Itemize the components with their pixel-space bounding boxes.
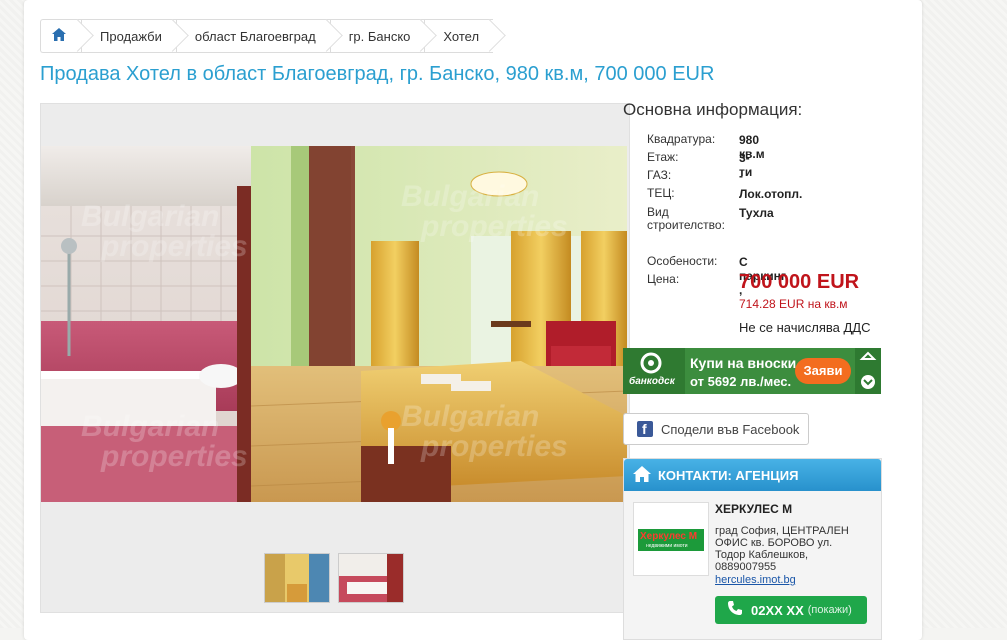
vat-note: Не се начислява ДДС <box>739 320 871 335</box>
agency-logo-text: Херкулес М <box>640 531 698 542</box>
facebook-icon: f <box>637 421 653 437</box>
agency-logo-sub: недвижими имоти <box>646 543 688 549</box>
main-photo[interactable]: Bulgarian properties Bulgarian propertie… <box>41 146 627 502</box>
contact-header: КОНТАКТИ: АГЕНЦИЯ <box>624 459 881 491</box>
call-number: 02XX XX <box>751 602 804 618</box>
agency-address: град София, ЦЕНТРАЛЕН ОФИС кв. БОРОВО ул… <box>715 525 849 561</box>
banner-apply-button[interactable]: Заяви <box>795 358 851 384</box>
svg-text:properties: properties <box>100 230 248 263</box>
price-per-sqm: 714.28 EUR на кв.м <box>739 297 848 311</box>
svg-text:Bulgarian: Bulgarian <box>401 400 539 433</box>
call-show-link[interactable]: (покажи) <box>808 604 852 616</box>
basic-info: Основна информация: <box>623 100 883 120</box>
breadcrumb-label: Хотел <box>443 28 480 44</box>
info-value: Лок.отопл. <box>739 187 803 201</box>
breadcrumb-home[interactable] <box>40 19 81 53</box>
banner-line2: от 5692 лв./мес. <box>690 374 792 389</box>
facebook-share-button[interactable]: f Сподели във Facebook <box>623 413 809 445</box>
phone-icon <box>727 600 743 621</box>
page-title: Продава Хотел в област Благоевград, гр. … <box>40 63 715 85</box>
info-label: Цена: <box>647 272 680 286</box>
info-label: ГАЗ: <box>647 168 672 182</box>
basic-info-heading: Основна информация: <box>623 100 803 119</box>
info-label: Квадратура: <box>647 132 716 146</box>
breadcrumb-label: област Благоевград <box>194 28 316 44</box>
breadcrumb-label: гр. Банско <box>348 28 411 44</box>
info-label: ТЕЦ: <box>647 186 675 200</box>
photo-gallery: Bulgarian properties Bulgarian propertie… <box>40 103 630 613</box>
breadcrumb-label: Продажби <box>100 28 162 44</box>
thumbnail-2[interactable] <box>338 553 404 603</box>
agency-phone: 0889007955 <box>715 561 777 573</box>
info-value: Тухла <box>739 206 774 220</box>
agency-website-link[interactable]: hercules.imot.bg <box>715 574 796 586</box>
call-button[interactable]: 02XX XX (покажи) <box>715 596 867 624</box>
banner-line1: Купи на вноски <box>690 355 797 371</box>
breadcrumb: Продажби област Благоевград гр. Банско Х… <box>40 19 494 53</box>
facebook-share-label: Сподели във Facebook <box>661 421 800 437</box>
agency-logo[interactable]: Херкулес М недвижими имоти <box>633 502 709 576</box>
info-label: Особености: <box>647 254 718 268</box>
svg-text:properties: properties <box>420 430 568 463</box>
svg-text:Bulgarian: Bulgarian <box>401 180 539 213</box>
loan-banner[interactable]: банкодск Купи на вноски от 5692 лв./мес.… <box>623 348 881 394</box>
thumbnail-1[interactable] <box>264 553 330 603</box>
info-value: - <box>739 169 743 183</box>
watermark: Bulgarian <box>81 200 219 233</box>
price: 700 000 EUR <box>739 271 860 293</box>
home-icon <box>51 27 67 45</box>
bank-logo-text: банкодск <box>629 376 675 387</box>
agency-name[interactable]: ХЕРКУЛЕС М <box>715 502 792 516</box>
info-label: Етаж: <box>647 150 679 164</box>
svg-text:properties: properties <box>100 440 248 473</box>
info-label: Вид строителство: <box>647 205 725 232</box>
breadcrumb-region[interactable]: област Благоевград <box>175 19 330 53</box>
svg-text:properties: properties <box>420 210 568 243</box>
contact-header-label: КОНТАКТИ: АГЕНЦИЯ <box>658 467 799 483</box>
contact-box: КОНТАКТИ: АГЕНЦИЯ Херкулес М недвижими и… <box>623 458 882 640</box>
svg-text:Bulgarian: Bulgarian <box>81 410 219 443</box>
home-icon <box>632 465 652 486</box>
breadcrumb-sales[interactable]: Продажби <box>81 19 176 53</box>
breadcrumb-town[interactable]: гр. Банско <box>329 19 425 53</box>
